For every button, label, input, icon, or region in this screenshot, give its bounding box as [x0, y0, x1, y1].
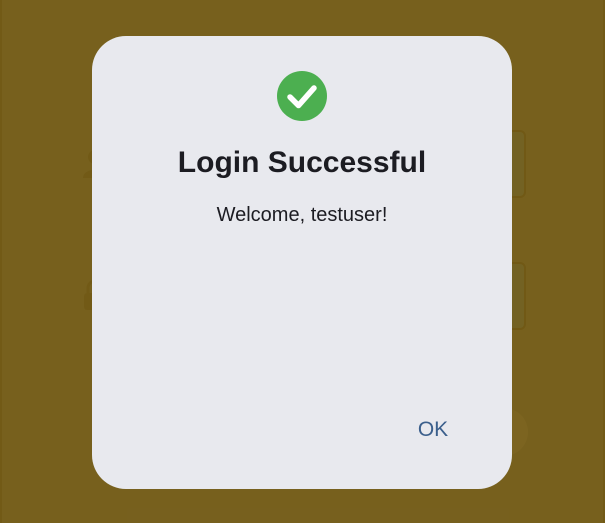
check-circle-icon [277, 71, 327, 121]
login-success-dialog: Login Successful Welcome, testuser! OK [92, 36, 512, 489]
ok-button[interactable]: OK [402, 410, 464, 450]
dialog-title: Login Successful [177, 146, 427, 179]
dialog-message: Welcome, testuser! [216, 204, 388, 226]
